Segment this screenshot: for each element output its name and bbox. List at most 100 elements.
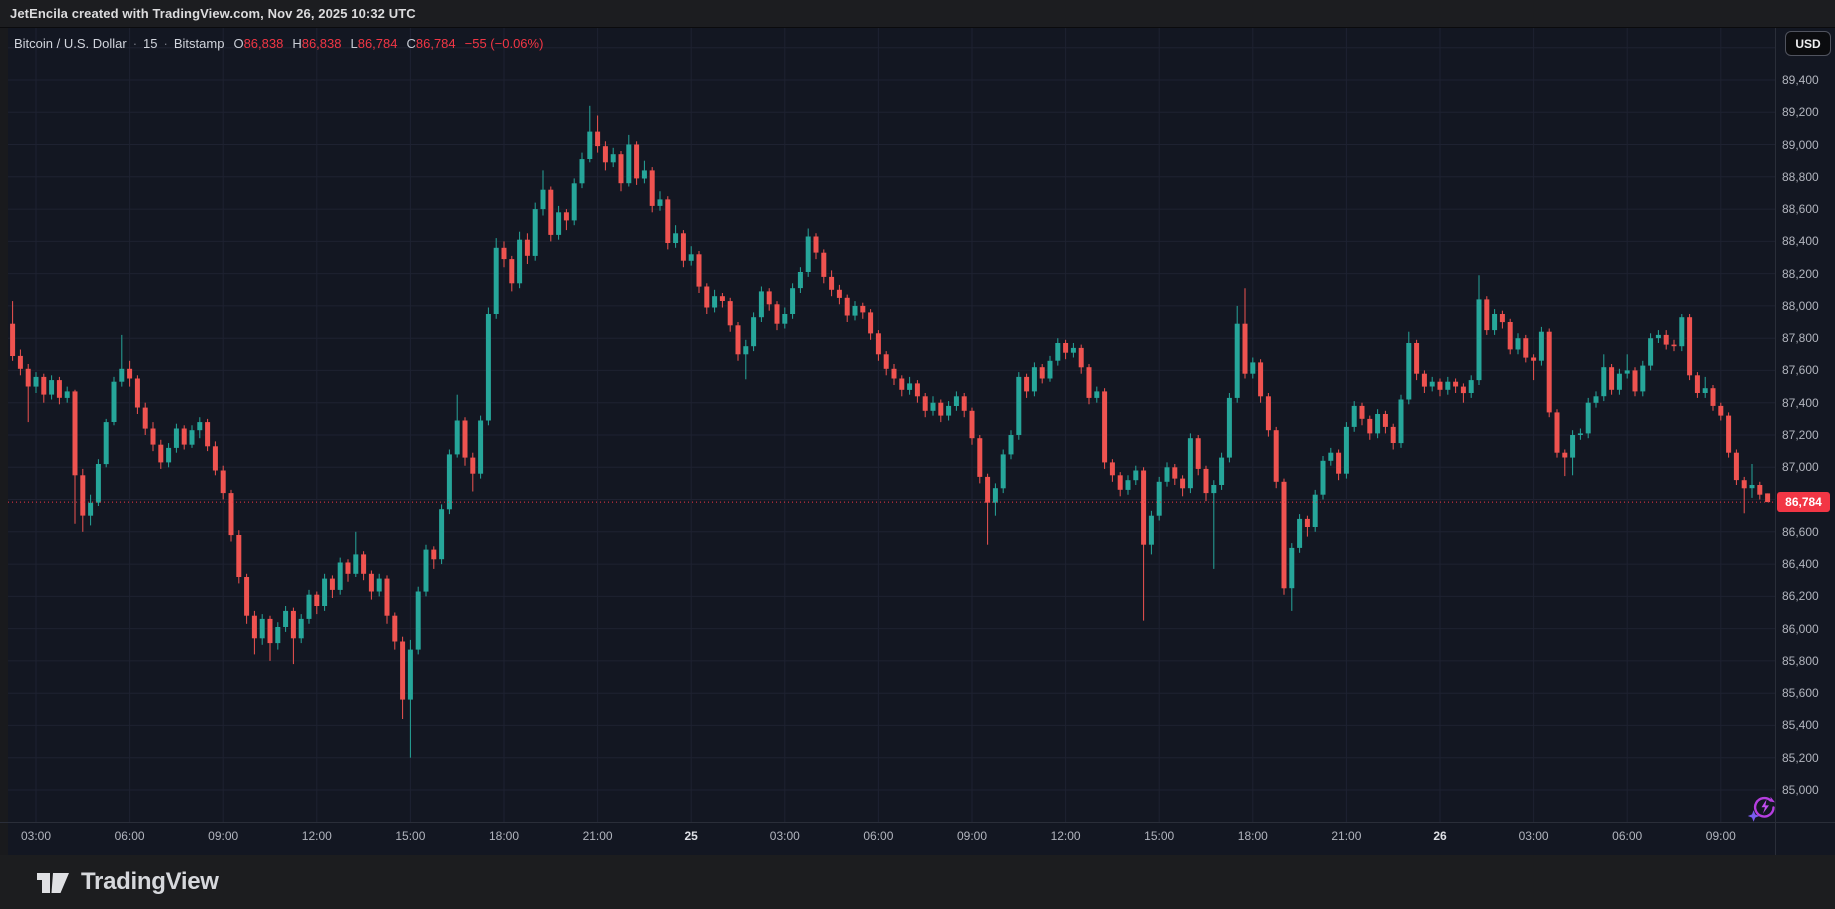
- candle: [1024, 374, 1029, 398]
- candle: [1071, 343, 1076, 358]
- price-tick: 88,400: [1782, 233, 1819, 249]
- price-tick: 86,600: [1782, 524, 1819, 540]
- candle: [1258, 359, 1263, 403]
- price-tick: 88,200: [1782, 266, 1819, 282]
- time-tick: 21:00: [574, 829, 622, 843]
- candle: [587, 106, 592, 163]
- interval-label[interactable]: 15: [143, 36, 157, 51]
- symbol-name[interactable]: Bitcoin / U.S. Dollar: [14, 36, 127, 51]
- candle: [104, 419, 109, 467]
- candle: [1406, 332, 1411, 405]
- candle: [1523, 335, 1528, 363]
- candle: [892, 364, 897, 385]
- candle: [26, 364, 31, 422]
- candle: [1399, 395, 1404, 448]
- time-tick: 12:00: [293, 829, 341, 843]
- time-tick: 09:00: [948, 829, 996, 843]
- candle: [1414, 340, 1419, 380]
- time-axis-labels: 03:0006:0009:0012:0015:0018:0021:002503:…: [0, 823, 1835, 856]
- candle: [1344, 422, 1349, 479]
- price-tick: 86,000: [1782, 621, 1819, 637]
- price-axis-separator: [1775, 27, 1776, 855]
- candle: [1016, 372, 1021, 440]
- candle: [1352, 401, 1357, 432]
- candle: [322, 574, 327, 611]
- candle: [517, 232, 522, 289]
- price-tick: 87,400: [1782, 395, 1819, 411]
- candle: [408, 640, 413, 758]
- candle: [1282, 479, 1287, 595]
- open-value: 86,838: [244, 36, 284, 51]
- candle: [1297, 514, 1302, 553]
- price-tick: 86,400: [1782, 556, 1819, 572]
- candle: [400, 637, 405, 719]
- candle: [1640, 361, 1645, 397]
- candle: [377, 574, 382, 597]
- candle: [1765, 493, 1770, 502]
- price-tick: 89,200: [1782, 104, 1819, 120]
- candle: [533, 203, 538, 261]
- candle: [1711, 385, 1716, 411]
- price-tick: 85,800: [1782, 653, 1819, 669]
- candle: [704, 283, 709, 314]
- candle: [603, 141, 608, 170]
- time-tick: 09:00: [1697, 829, 1745, 843]
- candle: [1438, 379, 1443, 397]
- candle: [190, 425, 195, 448]
- time-tick: 03:00: [761, 829, 809, 843]
- candle: [845, 295, 850, 322]
- time-axis[interactable]: 03:0006:0009:0012:0015:0018:0021:002503:…: [0, 822, 1835, 856]
- candle: [1477, 275, 1482, 385]
- candle: [1594, 391, 1599, 407]
- exchange-label[interactable]: Bitstamp: [174, 36, 225, 51]
- candle: [1305, 516, 1310, 537]
- candle: [712, 290, 717, 313]
- candle: [18, 350, 23, 376]
- candle: [821, 249, 826, 283]
- candle: [174, 424, 179, 453]
- candlestick-chart[interactable]: [0, 0, 1835, 855]
- candle: [1118, 472, 1123, 496]
- candle: [392, 613, 397, 650]
- price-tick: 85,600: [1782, 685, 1819, 701]
- candle: [751, 312, 756, 351]
- candle: [1422, 370, 1427, 393]
- candle: [1648, 333, 1653, 370]
- candle: [1211, 480, 1216, 569]
- candle: [1625, 354, 1630, 378]
- sparkle-bolt-icon[interactable]: [1746, 793, 1778, 830]
- candle: [166, 443, 171, 467]
- candle: [158, 440, 163, 469]
- symbol-legend[interactable]: Bitcoin / U.S. Dollar·15·BitstampO86,838…: [14, 36, 543, 51]
- candle: [57, 377, 62, 404]
- candle: [1149, 511, 1154, 555]
- candle: [1032, 362, 1037, 396]
- high-label: H: [292, 36, 301, 51]
- candle: [907, 377, 912, 395]
- currency-usd-button[interactable]: USD: [1785, 31, 1831, 56]
- tradingview-logo-text: TradingView: [81, 868, 219, 896]
- tradingview-snapshot: { "top_bar": { "text": "JetEncila create…: [0, 0, 1835, 909]
- price-tick: 88,000: [1782, 298, 1819, 314]
- candle: [275, 622, 280, 649]
- candle: [853, 301, 858, 320]
- legend-separator: ·: [164, 36, 168, 51]
- candle: [626, 135, 631, 187]
- candle: [665, 196, 670, 249]
- time-tick: 18:00: [480, 829, 528, 843]
- candle: [416, 587, 421, 655]
- price-tick: 85,400: [1782, 717, 1819, 733]
- candle: [720, 293, 725, 308]
- last-price-badge: 86,784: [1777, 492, 1830, 512]
- candle: [1313, 490, 1318, 532]
- candle: [829, 270, 834, 296]
- candle: [338, 558, 343, 595]
- candle: [205, 419, 210, 451]
- price-tick: 87,800: [1782, 330, 1819, 346]
- candle: [41, 374, 46, 403]
- candle: [385, 575, 390, 623]
- tradingview-logo[interactable]: TradingView: [36, 868, 219, 896]
- left-edge-strip: [0, 27, 8, 855]
- candle: [73, 390, 78, 524]
- candle: [455, 395, 460, 458]
